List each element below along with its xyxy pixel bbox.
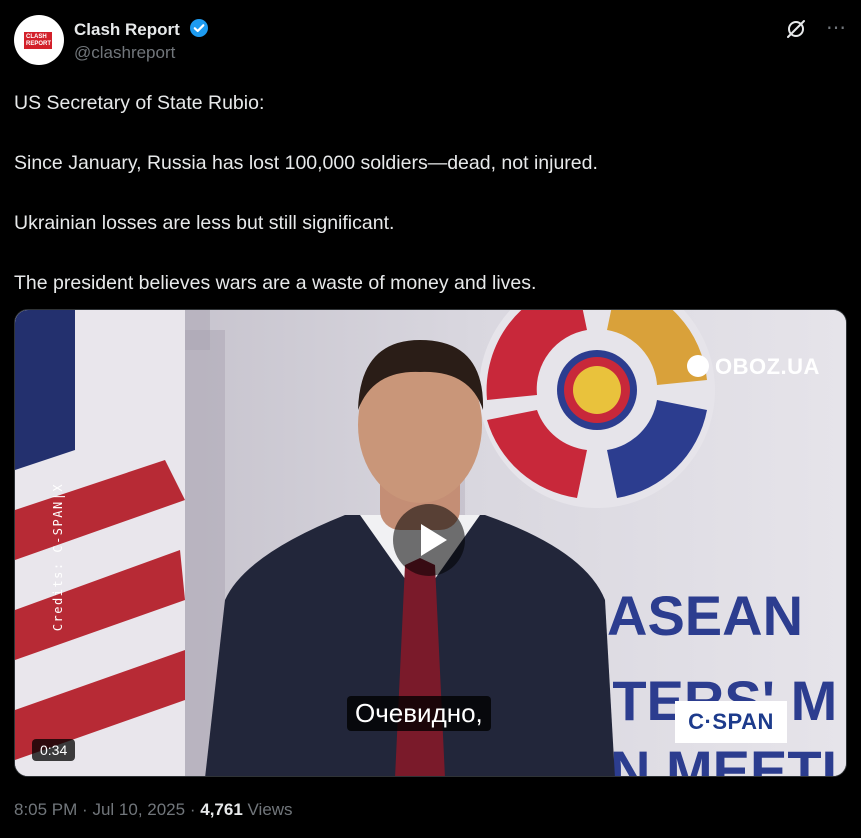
play-icon[interactable] [393, 504, 465, 576]
post-date[interactable]: Jul 10, 2025 [92, 800, 185, 819]
oboz-watermark: OBOZ.UA [687, 354, 820, 380]
post-line: The president believes wars are a waste … [14, 272, 537, 294]
video-subtitle: Очевидно, [347, 696, 491, 731]
video-credits: Credits: C-SPAN|X [51, 482, 66, 632]
verified-badge-icon[interactable] [189, 18, 209, 43]
display-name[interactable]: Clash Report [74, 18, 209, 43]
post-text: US Secretary of State Rubio: Since Janua… [14, 88, 847, 328]
oboz-logo-icon [687, 355, 709, 377]
oboz-label: OBOZ.UA [715, 354, 820, 379]
meta-separator: · [189, 800, 196, 819]
post-line: Since January, Russia has lost 100,000 s… [14, 152, 598, 174]
backdrop-text: N MEETI [610, 739, 837, 777]
post-time[interactable]: 8:05 PM [14, 800, 77, 819]
account-handle[interactable]: @clashreport [74, 43, 175, 63]
backdrop-text: ASEAN [607, 584, 803, 647]
grok-icon[interactable] [785, 18, 807, 45]
views-count: 4,761 [200, 800, 243, 819]
post-line: Ukrainian losses are less but still sign… [14, 212, 395, 234]
cspan-logo: C·SPAN [675, 701, 787, 743]
display-name-label: Clash Report [74, 20, 180, 39]
post-line: US Secretary of State Rubio: [14, 92, 265, 114]
views-label: Views [247, 800, 293, 819]
meta-separator: · [82, 800, 88, 819]
post-meta: 8:05 PM · Jul 10, 2025 · 4,761 Views [14, 800, 293, 820]
video-player[interactable]: ASEAN STERS' M N MEETI OBOZ.UA Credits: … [14, 309, 847, 777]
video-duration: 0:34 [32, 739, 76, 761]
more-icon[interactable]: ⋯ [826, 15, 847, 40]
post-header: CLASH REPORT Clash Report @clashreport ⋯ [14, 15, 847, 67]
avatar[interactable]: CLASH REPORT [14, 15, 64, 65]
clash-report-logo: CLASH REPORT [24, 32, 52, 49]
